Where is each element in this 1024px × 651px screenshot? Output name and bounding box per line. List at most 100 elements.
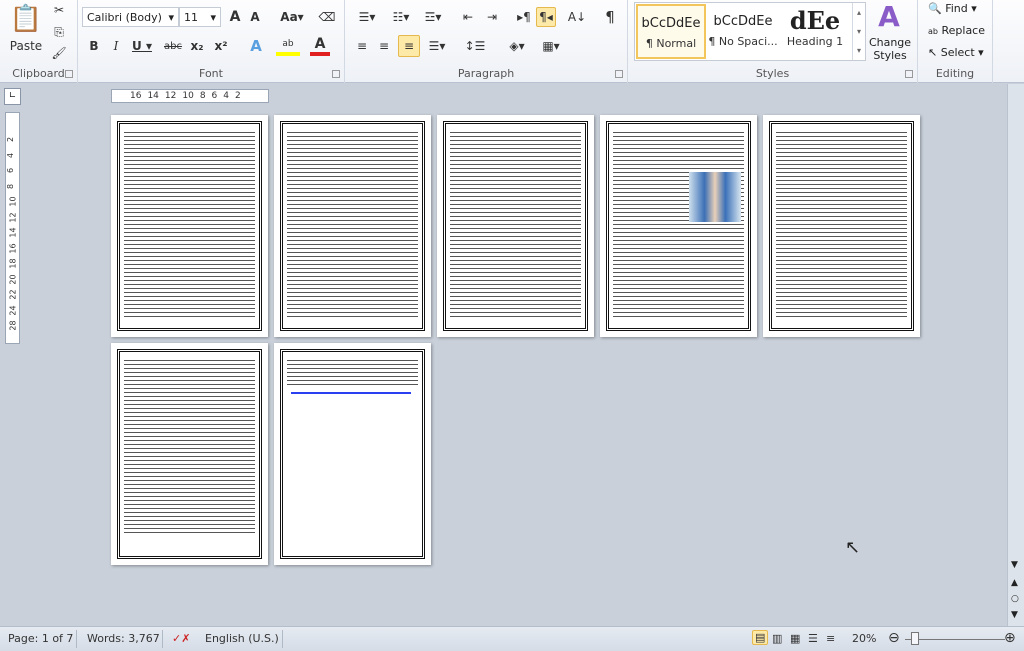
- style-heading-1[interactable]: dEe Heading 1: [780, 4, 850, 59]
- text-effects-icon[interactable]: A: [244, 36, 268, 56]
- shading-icon[interactable]: ◈▾: [505, 36, 529, 56]
- align-center-icon[interactable]: ≡: [375, 36, 393, 56]
- page-border: [117, 121, 262, 331]
- italic-icon[interactable]: I: [108, 36, 124, 56]
- ruler-tick: 6: [6, 167, 16, 174]
- paragraph-launcher[interactable]: [615, 70, 623, 78]
- prev-page-icon[interactable]: ▲: [1011, 578, 1018, 588]
- vertical-scrollbar[interactable]: ▼ ▲ ○ ▼: [1007, 84, 1024, 626]
- ruler-tick: 8: [199, 91, 206, 101]
- cursor-icon: ↖: [928, 46, 938, 59]
- page-indicator[interactable]: Page: 1 of 7: [8, 632, 73, 645]
- zoom-slider-thumb[interactable]: [911, 632, 919, 645]
- outline-icon[interactable]: ☰: [808, 632, 818, 645]
- zoom-out-icon[interactable]: ⊖: [888, 630, 900, 646]
- page-thumbnail[interactable]: [274, 115, 431, 337]
- align-left-icon[interactable]: ≡: [353, 36, 371, 56]
- replace-button[interactable]: ab Replace: [928, 24, 985, 37]
- shrink-font-icon[interactable]: A: [246, 7, 264, 27]
- ruler-tick: 20: [8, 273, 18, 285]
- ribbon: 📋 Paste ✂ ⎘ 🖌 Clipboard Calibri (Body) ▾ …: [0, 0, 1024, 83]
- increase-indent-icon[interactable]: ⇥: [483, 7, 501, 27]
- ruler-tick: 24: [8, 304, 18, 316]
- clipboard-launcher[interactable]: [65, 70, 73, 78]
- bold-icon[interactable]: B: [86, 36, 102, 56]
- proofing-icon[interactable]: ✓✗: [172, 632, 190, 645]
- page-thumbnail[interactable]: [111, 115, 268, 337]
- ltr-icon[interactable]: ▸¶: [515, 7, 533, 27]
- borders-icon[interactable]: ▦▾: [539, 36, 563, 56]
- ruler-tick: 8: [6, 183, 16, 189]
- font-name-select[interactable]: Calibri (Body) ▾: [82, 7, 179, 27]
- change-styles-icon[interactable]: A: [874, 0, 904, 33]
- style-no-spacing[interactable]: bCcDdEe ¶ No Spaci...: [708, 4, 778, 59]
- numbering-icon[interactable]: ☷▾: [389, 7, 413, 27]
- page-thumbnail[interactable]: [763, 115, 920, 337]
- underline-icon[interactable]: U ▾: [130, 36, 154, 56]
- decrease-indent-icon[interactable]: ⇤: [459, 7, 477, 27]
- change-case-icon[interactable]: Aa▾: [278, 7, 306, 27]
- tab-selector[interactable]: ∟: [4, 88, 21, 105]
- font-launcher[interactable]: [332, 70, 340, 78]
- page-thumbnail[interactable]: [111, 343, 268, 565]
- clear-formatting-icon[interactable]: ⌫: [318, 7, 336, 27]
- page-thumbnail[interactable]: [274, 343, 431, 565]
- mouse-cursor-icon: ↖: [845, 537, 861, 558]
- print-layout-icon[interactable]: ▤: [752, 630, 769, 645]
- hyperlink[interactable]: [291, 392, 411, 394]
- align-right-icon[interactable]: ≡: [398, 35, 420, 57]
- font-color-icon[interactable]: A: [310, 36, 330, 56]
- font-size-select[interactable]: 11 ▾: [179, 7, 221, 27]
- word-count[interactable]: Words: 3,767: [87, 632, 160, 645]
- scroll-down-icon[interactable]: ▼: [1011, 560, 1018, 570]
- bullets-icon[interactable]: ☰▾: [355, 7, 379, 27]
- ruler-tick: 10: [8, 196, 18, 207]
- font-size-value: 11: [184, 10, 198, 24]
- page-border: [280, 349, 425, 559]
- zoom-level[interactable]: 20%: [852, 632, 876, 645]
- zoom-slider[interactable]: [905, 639, 1005, 640]
- select-button[interactable]: ↖ Select ▾: [928, 46, 984, 59]
- styles-launcher[interactable]: [905, 70, 913, 78]
- editing-label: Editing: [935, 67, 975, 80]
- zoom-in-icon[interactable]: ⊕: [1004, 630, 1016, 646]
- style-name: Heading 1: [786, 35, 844, 48]
- page-thumbnail[interactable]: [437, 115, 594, 337]
- styles-scroll[interactable]: ▴ ▾ ▾: [852, 3, 865, 60]
- replace-icon: ab: [928, 27, 938, 36]
- show-marks-icon[interactable]: ¶: [601, 7, 619, 27]
- copy-icon[interactable]: ⎘: [50, 22, 68, 42]
- cut-icon[interactable]: ✂: [50, 0, 68, 20]
- format-painter-icon[interactable]: 🖌: [50, 43, 68, 63]
- subscript-icon[interactable]: x₂: [188, 36, 206, 56]
- highlight-icon[interactable]: ab: [276, 36, 300, 56]
- page-text: [287, 358, 418, 386]
- sort-icon[interactable]: A↓: [567, 7, 587, 27]
- strikethrough-icon[interactable]: abc: [162, 36, 184, 56]
- style-normal[interactable]: bCcDdEe ¶ Normal: [636, 4, 706, 59]
- style-name: ¶ No Spaci...: [708, 35, 778, 48]
- status-bar: Page: 1 of 7 Words: 3,767 ✓✗ English (U.…: [0, 626, 1024, 651]
- browse-object-icon[interactable]: ○: [1011, 594, 1019, 604]
- multilevel-list-icon[interactable]: ☲▾: [421, 7, 445, 27]
- photo-handshake: [689, 172, 741, 222]
- font-label: Font: [199, 67, 223, 80]
- grow-font-icon[interactable]: A: [226, 7, 244, 27]
- justify-icon[interactable]: ☰▾: [425, 36, 449, 56]
- language[interactable]: English (U.S.): [205, 632, 279, 645]
- paste-button[interactable]: Paste: [8, 36, 44, 56]
- next-page-icon[interactable]: ▼: [1011, 610, 1018, 620]
- vertical-ruler[interactable]: 2 4 6 8 10 12 14 16 18 20 22 24 28: [5, 112, 20, 344]
- change-styles-button[interactable]: Change Styles: [868, 36, 912, 62]
- page-thumbnail[interactable]: [600, 115, 757, 337]
- full-screen-reading-icon[interactable]: ▥: [772, 632, 782, 645]
- rtl-icon[interactable]: ¶◂: [536, 7, 556, 27]
- horizontal-ruler[interactable]: 16 14 12 10 8 6 4 2: [111, 89, 269, 103]
- find-button[interactable]: 🔍 Find ▾: [928, 2, 977, 15]
- web-layout-icon[interactable]: ▦: [790, 632, 800, 645]
- page-text: [124, 358, 255, 536]
- paste-icon[interactable]: 📋: [10, 2, 42, 36]
- superscript-icon[interactable]: x²: [212, 36, 230, 56]
- draft-icon[interactable]: ≡: [826, 632, 835, 645]
- line-spacing-icon[interactable]: ↕☰: [463, 36, 487, 56]
